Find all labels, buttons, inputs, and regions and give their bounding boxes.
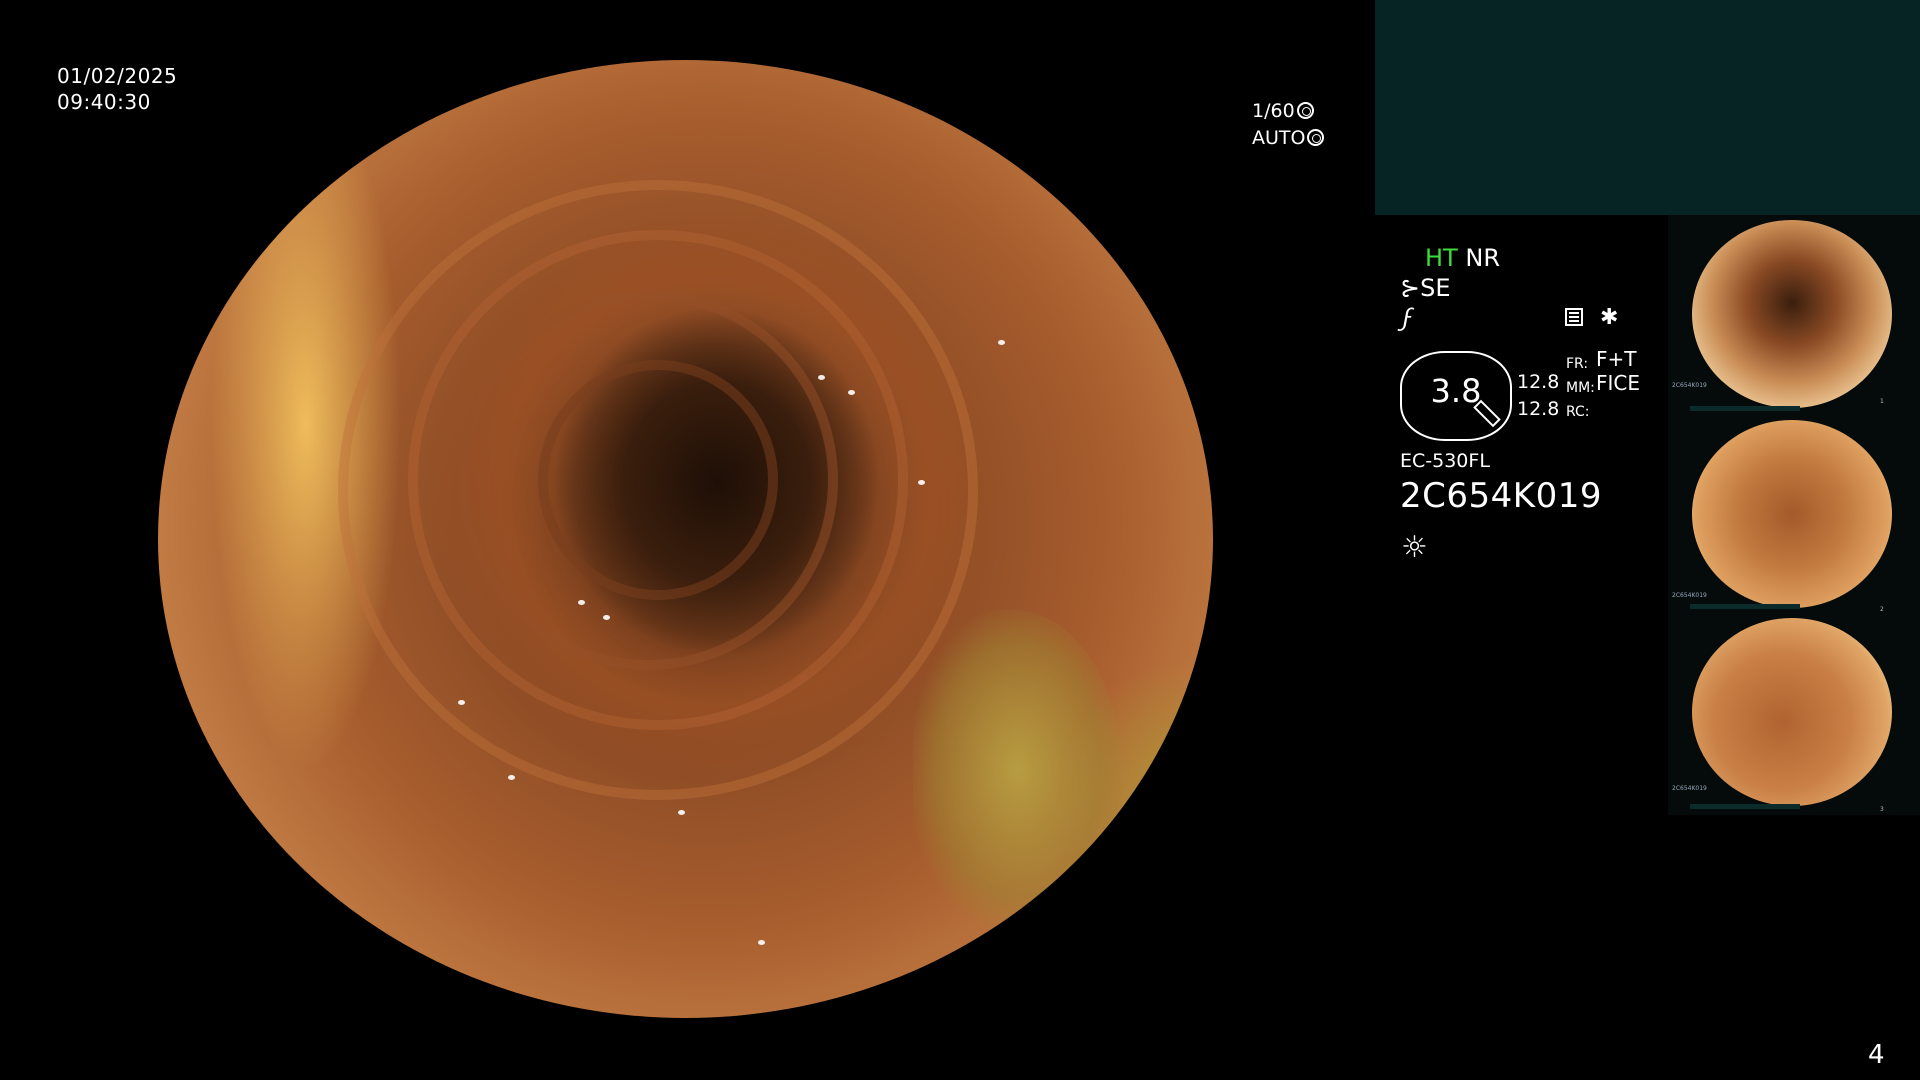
light-reflection (508, 775, 515, 780)
thumbnail-caption: 2C654K019 (1672, 382, 1707, 389)
light-reflection (678, 810, 685, 815)
mm-label: MM: (1566, 380, 1595, 396)
fr-label: FR: (1566, 356, 1589, 372)
yellow-lesion-area (913, 610, 1123, 930)
datetime-overlay: 01/02/2025 09:40:30 (57, 63, 177, 115)
thumbnail-2[interactable] (1692, 420, 1892, 608)
date-text: 01/02/2025 (57, 64, 178, 88)
light-icon: ☼ (1401, 530, 1428, 565)
scope-mode-icon: ⊱ (1400, 274, 1421, 302)
light-reflection (603, 615, 610, 620)
light-reflection (458, 700, 465, 705)
se-label: SE (1420, 274, 1451, 302)
iris-icon (1307, 129, 1325, 146)
shutter-info: 1/60 AUTO (1252, 98, 1325, 152)
parameter-labels: FR: MM: RC: (1566, 352, 1595, 424)
rc-label: RC: (1566, 404, 1590, 420)
fr-value: F+T (1596, 347, 1637, 371)
thumbnail-bar (1690, 406, 1800, 411)
info-box (1375, 0, 1920, 215)
thumbnail-index: 3 (1880, 806, 1884, 813)
enhancement-labels: HT NR (1425, 244, 1500, 272)
nr-label: NR (1465, 244, 1500, 272)
light-reflection (578, 600, 585, 605)
light-reflection (998, 340, 1005, 345)
thumbnail-caption: 2C654K019 (1672, 592, 1707, 599)
light-reflection (918, 480, 925, 485)
parameter-value-1: 12.8 (1517, 371, 1560, 393)
thumbnail-3[interactable] (1692, 618, 1892, 806)
menu-icon (1565, 308, 1583, 326)
parameter-value-2: 12.8 (1517, 398, 1560, 420)
thumbnail-1[interactable] (1692, 220, 1892, 408)
star-icon: ✱ (1600, 305, 1619, 330)
thumbnail-index: 1 (1880, 398, 1884, 405)
scope-model: EC-530FL (1400, 450, 1490, 472)
thumbnail-bar (1690, 804, 1800, 809)
parameter-values: F+T FICE (1596, 347, 1640, 395)
light-reflection (848, 390, 855, 395)
page-number: 4 (1868, 1040, 1885, 1070)
endoscope-image (158, 60, 1213, 1018)
mucosal-fold (538, 360, 778, 600)
aperture-icon (1296, 102, 1314, 119)
parameter-numbers: 12.8 12.8 (1517, 369, 1559, 423)
thumbnail-bar (1690, 604, 1800, 609)
scope-serial: 2C654K019 (1400, 476, 1602, 516)
freeze-icon: ϝ (1402, 304, 1414, 332)
se-row: ⊱SE (1400, 274, 1451, 302)
thumbnail-caption: 2C654K019 (1672, 785, 1707, 792)
ht-label: HT (1425, 244, 1458, 272)
thumbnail-index: 2 (1880, 606, 1884, 613)
light-reflection (818, 375, 825, 380)
zoom-value: 3.8 (1430, 372, 1482, 410)
mm-value: FICE (1596, 371, 1641, 395)
shutter-speed-text: 1/60 (1252, 100, 1295, 122)
iris-mode-text: AUTO (1252, 127, 1306, 149)
light-reflection (758, 940, 765, 945)
time-text: 09:40:30 (57, 90, 151, 114)
